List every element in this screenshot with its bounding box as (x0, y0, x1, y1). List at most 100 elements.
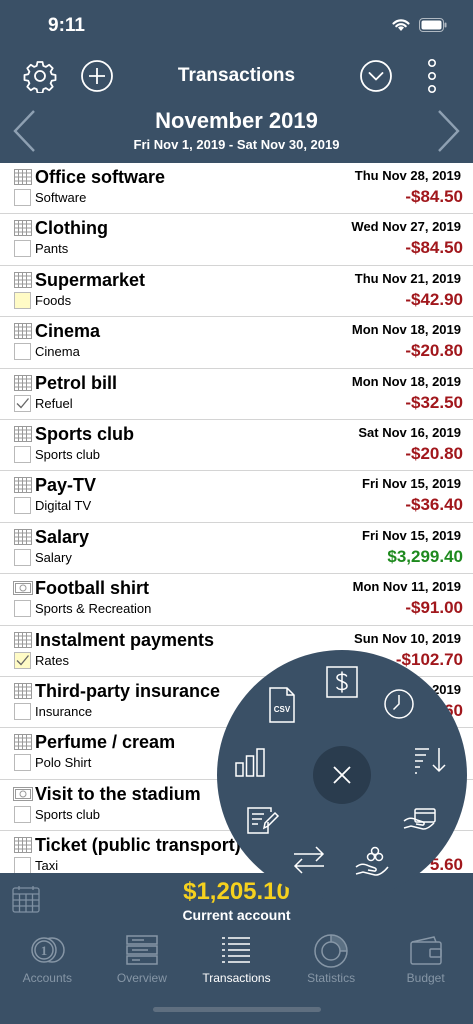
month-title: November 2019 (155, 108, 318, 133)
calendar-icon (14, 425, 32, 447)
filter-dropdown-button[interactable] (358, 58, 394, 94)
card-payment-action[interactable] (400, 798, 440, 838)
header: 9:11 Transactions November 2019 Fri Nov … (0, 0, 473, 163)
calendar-icon (14, 169, 32, 190)
cleared-checkbox[interactable] (14, 497, 31, 515)
transaction-category: Software (35, 190, 87, 205)
calendar-icon (14, 682, 32, 704)
cleared-checkbox[interactable] (14, 445, 31, 463)
tab-overview[interactable]: Overview (95, 931, 190, 991)
cleared-checkbox[interactable] (14, 291, 31, 309)
list-icon (222, 937, 251, 963)
transaction-title: Office software (35, 167, 166, 187)
transaction-date: Sun Nov 10, 2019 (354, 630, 461, 646)
income-action[interactable] (352, 842, 392, 882)
cleared-checkbox[interactable] (14, 805, 31, 823)
transfer-action[interactable] (289, 840, 329, 880)
tab-bar: 1 Accounts Overview Transactions Statist… (0, 931, 473, 991)
table-row[interactable]: Salary Salary Fri Nov 15, 2019 $3,299.40 (0, 522, 473, 575)
more-options-button[interactable] (414, 58, 450, 94)
cleared-checkbox[interactable] (14, 600, 31, 618)
close-icon (333, 766, 351, 784)
chevron-down-circle-icon (360, 60, 392, 92)
card-payment-icon (403, 808, 436, 830)
calendar-icon (14, 528, 32, 550)
transaction-category: Foods (35, 292, 72, 308)
csv-export-icon: CSV (269, 687, 295, 723)
cleared-checkbox[interactable] (14, 343, 31, 361)
tab-accounts[interactable]: 1 Accounts (0, 931, 95, 991)
transfer-icon (293, 846, 325, 874)
close-menu-button[interactable] (313, 746, 371, 804)
table-row[interactable]: Clothing Pants Wed Nov 27, 2019 -$84.50 (0, 214, 473, 266)
cleared-checkbox[interactable] (14, 754, 31, 772)
app-root: 9:11 Transactions November 2019 Fri Nov … (0, 0, 473, 1024)
tab-label: Budget (406, 971, 445, 985)
tab-label: Accounts (22, 971, 72, 985)
month-date-range: Fri Nov 1, 2019 - Sat Nov 30, 2019 (133, 137, 340, 152)
transaction-date: Mon Nov 18, 2019 (351, 322, 461, 338)
transaction-category: Taxi (35, 858, 59, 874)
table-row[interactable]: Supermarket Foods Thu Nov 21, 2019 -$42.90 (0, 265, 473, 318)
transaction-title: Cinema (35, 321, 101, 342)
transaction-amount: -$32.50 (405, 392, 463, 412)
transaction-title: Instalment payments (35, 629, 215, 650)
transaction-amount: -$102.70 (395, 649, 463, 669)
transaction-title: Perfume / cream (35, 732, 176, 753)
wifi-icon (392, 19, 410, 31)
scheduled-action[interactable] (379, 684, 419, 724)
table-row[interactable]: Petrol bill Refuel Mon Nov 18, 2019 -$32.50 (0, 368, 473, 420)
transaction-title: Clothing (35, 218, 108, 239)
new-transaction-action[interactable] (322, 662, 362, 702)
transaction-amount: -$36.40 (405, 495, 463, 515)
cleared-checkbox[interactable] (14, 548, 31, 566)
wallet-icon (409, 936, 442, 965)
transaction-amount: -$84.50 (405, 187, 463, 206)
next-month-button[interactable] (433, 108, 463, 154)
edit-note-icon (247, 807, 280, 834)
csv-export-action[interactable]: CSV (262, 685, 302, 725)
table-row[interactable]: Football shirt Sports & Recreation Mon Nov… (0, 574, 473, 626)
income-hand-icon (355, 846, 389, 876)
calendar-icon (14, 477, 32, 498)
transaction-title: Ticket (public transport) (35, 835, 241, 856)
transaction-category: Sports club (35, 806, 101, 822)
transaction-date: Wed Nov 27, 2019 (351, 219, 461, 235)
transaction-category: Sports & Recreation (35, 601, 152, 617)
transaction-category: Polo Shirt (35, 755, 92, 771)
transaction-category: Salary (35, 549, 72, 565)
tab-transactions[interactable]: Transactions (189, 931, 284, 991)
sort-action[interactable] (410, 740, 450, 780)
report-action[interactable] (230, 742, 270, 782)
transaction-amount: $3,299.40 (387, 546, 463, 566)
table-row[interactable]: Office software Software Thu Nov 28, 2019 -… (0, 163, 473, 215)
calendar-icon (14, 271, 32, 293)
cleared-checkbox[interactable] (14, 240, 31, 258)
cleared-checkbox[interactable] (14, 394, 31, 412)
account-name[interactable]: Current account (0, 907, 473, 923)
tab-budget[interactable]: Budget (378, 931, 473, 991)
cash-icon (13, 581, 33, 600)
transaction-category: Refuel (35, 395, 73, 411)
transaction-amount: -$20.80 (405, 443, 463, 463)
cleared-checkbox[interactable] (14, 189, 31, 206)
cleared-checkbox[interactable] (14, 702, 31, 720)
cleared-checkbox[interactable] (14, 651, 31, 669)
transaction-category: Pants (35, 241, 69, 257)
clock-icon (384, 689, 414, 719)
transaction-category: Rates (35, 652, 69, 668)
transaction-date: Fri Nov 15, 2019 (362, 527, 461, 543)
transaction-title: Pay-TV (35, 475, 97, 496)
transaction-category: Sports club (35, 446, 101, 462)
notes-action[interactable] (242, 800, 282, 840)
cleared-checkbox[interactable] (14, 857, 31, 875)
table-row[interactable]: Cinema Cinema Mon Nov 18, 2019 -$20.80 (0, 317, 473, 369)
table-row[interactable]: Pay-TV Digital TV Fri Nov 15, 2019 -$36.40 (0, 471, 473, 523)
tab-statistics[interactable]: Statistics (284, 931, 379, 991)
dollar-icon (326, 666, 358, 698)
table-row[interactable]: Sports club Sports club Sat Nov 16, 2019 -$… (0, 419, 473, 472)
transaction-amount: -$42.90 (405, 289, 463, 309)
calendar-icon (14, 734, 32, 755)
tab-label: Statistics (307, 971, 356, 985)
calendar-icon (14, 220, 32, 241)
